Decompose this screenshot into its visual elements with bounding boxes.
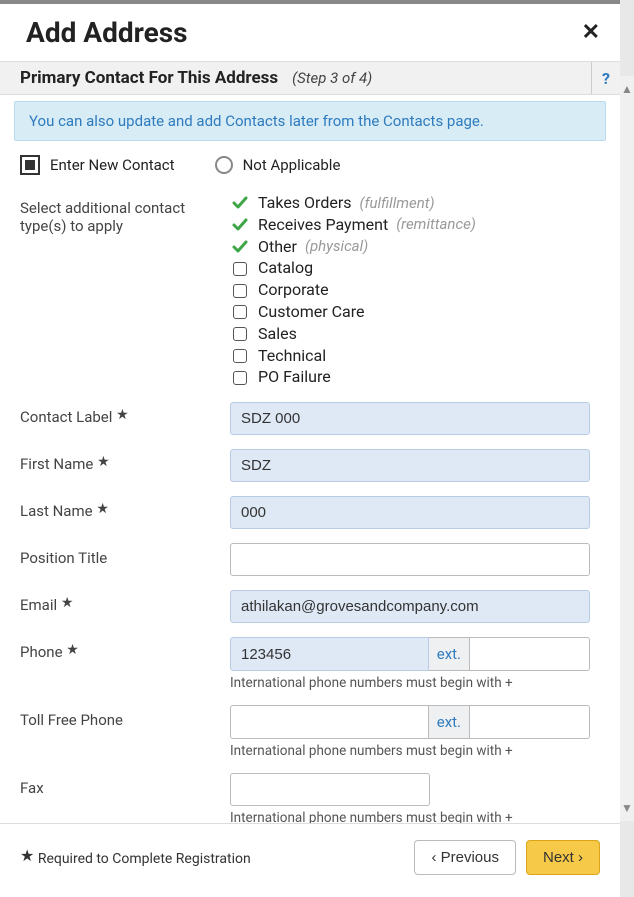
first-name-row: First Name ★ <box>20 449 606 482</box>
contact-type-name: Takes Orders <box>258 193 352 214</box>
contact-type-note: (remittance) <box>396 215 476 235</box>
contact-type-name: Sales <box>258 324 297 345</box>
phone-row: Phone ★ ext. International phone numbers… <box>20 637 606 691</box>
contact-type-note: (physical) <box>305 237 368 257</box>
add-address-modal: Add Address ✕ Primary Contact For This A… <box>0 0 620 897</box>
previous-button[interactable]: ‹ Previous <box>414 840 516 875</box>
next-button[interactable]: Next › <box>526 840 600 875</box>
contact-type-name: Corporate <box>258 280 329 301</box>
helper-text: International phone numbers must begin w… <box>230 675 590 691</box>
checkbox-icon <box>230 262 250 276</box>
field-label: Toll Free Phone <box>20 705 230 729</box>
field-label: Phone ★ <box>20 637 230 661</box>
radio-not-applicable[interactable]: Not Applicable <box>215 156 341 174</box>
contact-types-row: Select additional contact type(s) to app… <box>20 193 606 388</box>
field-label: Email ★ <box>20 590 230 614</box>
field-label: Fax <box>20 773 230 797</box>
fax-input[interactable] <box>230 773 430 806</box>
email-input[interactable] <box>230 590 590 623</box>
info-banner: You can also update and add Contacts lat… <box>14 101 606 141</box>
email-row: Email ★ <box>20 590 606 623</box>
field-label: Position Title <box>20 543 230 567</box>
form-body: Enter New Contact Not Applicable Select … <box>0 151 620 823</box>
helper-text: International phone numbers must begin w… <box>230 743 590 759</box>
contact-types-label: Select additional contact type(s) to app… <box>20 193 230 235</box>
toll-free-ext-input[interactable] <box>470 705 590 739</box>
contact-type-item[interactable]: Receives Payment (remittance) <box>230 215 590 236</box>
radio-selected-icon <box>20 155 40 175</box>
section-header: Primary Contact For This Address (Step 3… <box>0 61 620 95</box>
contact-type-name: Customer Care <box>258 302 364 323</box>
contact-label-input[interactable] <box>230 402 590 435</box>
contact-type-item[interactable]: Technical <box>230 346 590 367</box>
contact-type-item[interactable]: Catalog <box>230 258 590 279</box>
step-indicator: (Step 3 of 4) <box>292 69 372 87</box>
contact-type-name: PO Failure <box>258 367 331 388</box>
last-name-input[interactable] <box>230 496 590 529</box>
contact-type-item[interactable]: Corporate <box>230 280 590 301</box>
radio-label: Not Applicable <box>243 156 341 174</box>
check-icon <box>230 195 250 211</box>
radio-label: Enter New Contact <box>50 156 175 174</box>
toll-free-row: Toll Free Phone ext. International phone… <box>20 705 606 759</box>
help-icon[interactable]: ? <box>591 62 610 94</box>
field-label: First Name ★ <box>20 449 230 473</box>
checkbox-icon <box>230 349 250 363</box>
first-name-input[interactable] <box>230 449 590 482</box>
phone-ext-input[interactable] <box>470 637 590 671</box>
close-icon[interactable]: ✕ <box>582 22 600 44</box>
scrollbar[interactable]: ▲ ▼ <box>620 76 634 821</box>
helper-text: International phone numbers must begin w… <box>230 810 590 823</box>
contact-type-item[interactable]: PO Failure <box>230 367 590 388</box>
contact-type-item[interactable]: Customer Care <box>230 302 590 323</box>
check-icon <box>230 217 250 233</box>
scroll-up-icon[interactable]: ▲ <box>621 82 633 96</box>
field-label: Last Name ★ <box>20 496 230 520</box>
radio-unselected-icon <box>215 156 233 174</box>
contact-type-name: Technical <box>258 346 326 367</box>
toll-free-input[interactable] <box>230 705 429 739</box>
contact-type-item[interactable]: Other (physical) <box>230 237 590 258</box>
contact-label-row: Contact Label ★ <box>20 402 606 435</box>
checkbox-icon <box>230 284 250 298</box>
ext-label: ext. <box>429 705 470 739</box>
checkbox-icon <box>230 327 250 341</box>
contact-type-name: Catalog <box>258 258 313 279</box>
position-title-input[interactable] <box>230 543 590 576</box>
modal-footer: ★ Required to Complete Registration ‹ Pr… <box>0 823 620 897</box>
contact-types-list: Takes Orders (fulfillment)Receives Paymen… <box>230 193 590 388</box>
phone-input[interactable] <box>230 637 429 671</box>
contact-type-item[interactable]: Sales <box>230 324 590 345</box>
position-title-row: Position Title <box>20 543 606 576</box>
contact-type-name: Receives Payment <box>258 215 388 236</box>
fax-row: Fax International phone numbers must beg… <box>20 773 606 823</box>
contact-type-item[interactable]: Takes Orders (fulfillment) <box>230 193 590 214</box>
field-label: Contact Label ★ <box>20 402 230 426</box>
checkbox-icon <box>230 371 250 385</box>
footer-buttons: ‹ Previous Next › <box>414 840 600 875</box>
radio-enter-new-contact[interactable]: Enter New Contact <box>20 155 175 175</box>
section-title: Primary Contact For This Address <box>20 68 278 88</box>
check-icon <box>230 239 250 255</box>
contact-type-note: (fulfillment) <box>360 194 435 214</box>
modal-title: Add Address <box>26 16 188 49</box>
modal-header: Add Address ✕ <box>0 4 620 61</box>
contact-type-name: Other <box>258 237 297 258</box>
required-note: ★ Required to Complete Registration <box>20 848 251 867</box>
scroll-down-icon[interactable]: ▼ <box>621 801 633 815</box>
ext-label: ext. <box>429 637 470 671</box>
checkbox-icon <box>230 305 250 319</box>
last-name-row: Last Name ★ <box>20 496 606 529</box>
contact-mode-radios: Enter New Contact Not Applicable <box>20 151 606 193</box>
